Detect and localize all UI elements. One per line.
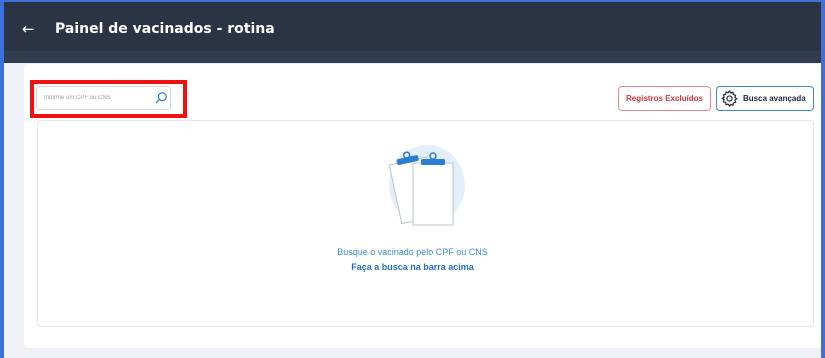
gear-icon bbox=[721, 89, 738, 107]
empty-state-hint: Faça a busca na barra acima bbox=[351, 262, 474, 272]
search-field[interactable] bbox=[36, 86, 171, 110]
advanced-search-button[interactable]: Busca avançada bbox=[716, 86, 814, 111]
clipboard-icon bbox=[388, 145, 465, 226]
header-subbar bbox=[0, 51, 825, 63]
empty-state-message: Busque o vacinado pelo CPF ou CNS bbox=[337, 247, 488, 257]
advanced-search-label: Busca avançada bbox=[743, 94, 806, 103]
search-icon[interactable] bbox=[154, 91, 168, 105]
page-title: Painel de vacinados - rotina bbox=[55, 21, 275, 37]
excluded-records-label: Registros Excluídos bbox=[626, 94, 703, 103]
search-input[interactable] bbox=[44, 95, 144, 101]
excluded-records-button[interactable]: Registros Excluídos bbox=[618, 86, 711, 111]
top-header: ← Painel de vacinados - rotina bbox=[0, 0, 825, 58]
arrow-left-icon[interactable]: ← bbox=[22, 20, 44, 38]
